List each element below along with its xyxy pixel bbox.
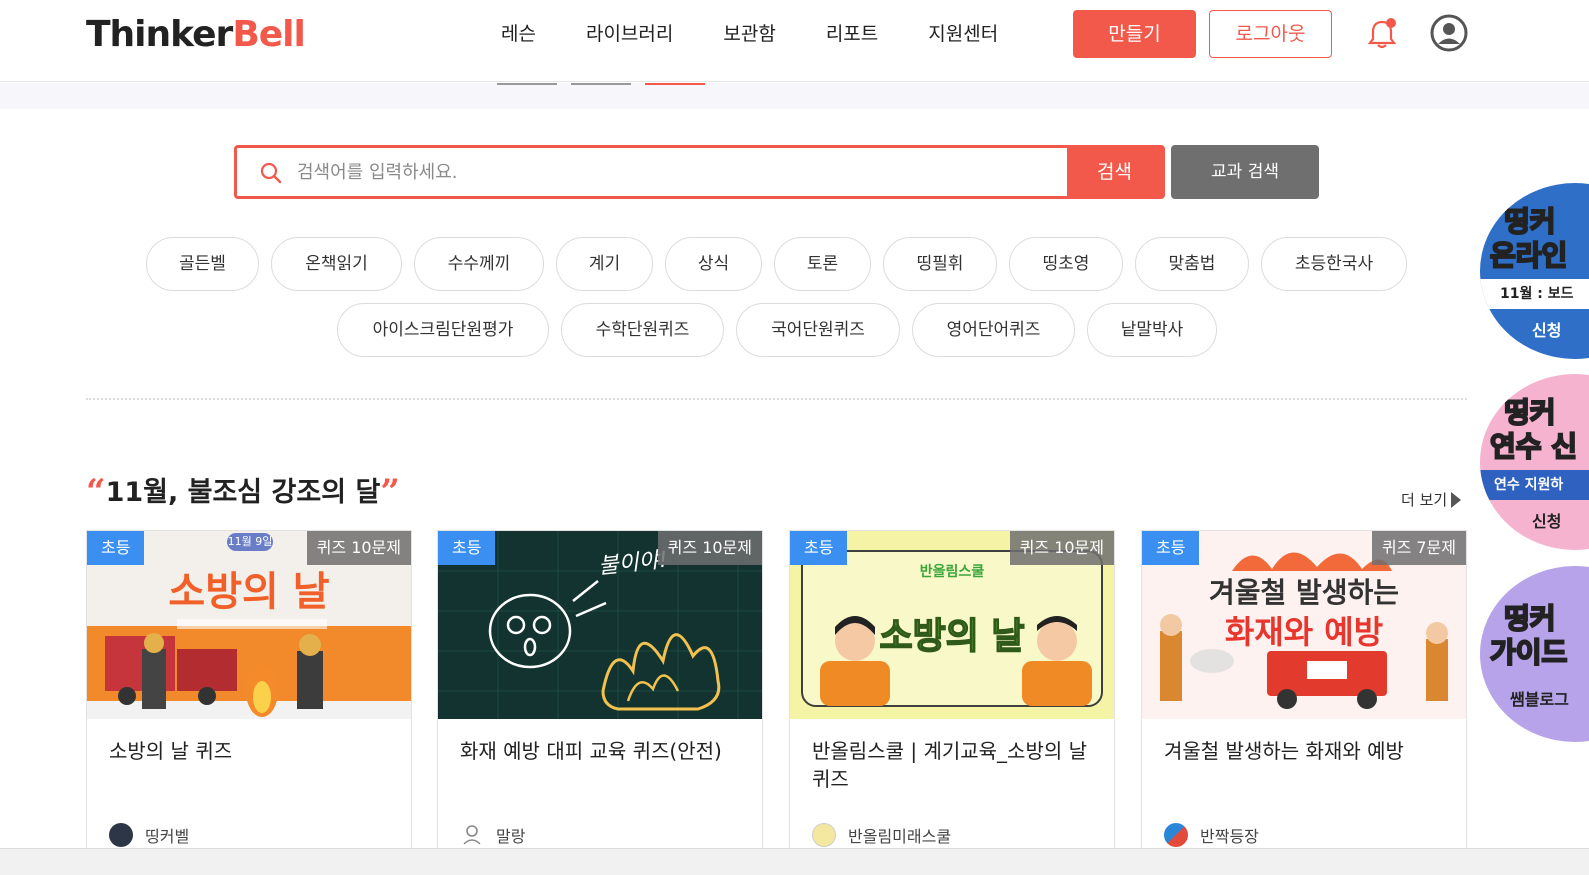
- nav-library[interactable]: 라이브러리: [561, 20, 698, 48]
- tag-chip[interactable]: 수수께끼: [414, 237, 544, 291]
- more-label: 더 보기: [1401, 491, 1448, 509]
- promo-title-2: 온라인: [1489, 238, 1568, 273]
- card-thumbnail: 소방의 날 11월 9일 초등 퀴즈 10문제: [87, 531, 411, 719]
- card-thumbnail: 겨울철 발생하는 화재와 예방 초등 퀴즈 7문제: [1142, 531, 1466, 719]
- tag-chip[interactable]: 계기: [556, 237, 653, 291]
- quiz-card[interactable]: 겨울철 발생하는 화재와 예방 초등 퀴즈 7문제 겨울철 발생하는 화재와 예…: [1141, 530, 1467, 860]
- promo-title-2: 연수 신: [1489, 429, 1578, 464]
- card-author: 반짝등장: [1164, 823, 1259, 847]
- thumb-title: 소방의 날: [879, 615, 1026, 658]
- banner-strip: [0, 83, 1589, 109]
- nav-support[interactable]: 지원센터: [903, 20, 1023, 48]
- thumb-title: 소방의 날: [168, 569, 330, 615]
- question-count-badge: 퀴즈 10문제: [306, 531, 411, 565]
- tag-chip[interactable]: 띵초영: [1009, 237, 1123, 291]
- thinkerbell-logo[interactable]: ThinkerBell: [86, 14, 306, 55]
- promo-title: 띵커: [1503, 601, 1557, 636]
- card-author: 띵커벨: [109, 823, 189, 847]
- search-box: 검색: [234, 145, 1165, 199]
- level-badge: 초등: [438, 531, 496, 565]
- level-badge: 초등: [87, 531, 145, 565]
- level-badge: 초등: [790, 531, 848, 565]
- search-input[interactable]: [297, 156, 1057, 188]
- nav-lesson[interactable]: 레슨: [476, 20, 561, 48]
- section-title-text: 11월, 불조심 강조의 달: [105, 477, 381, 508]
- author-name: 띵커벨: [145, 827, 190, 846]
- quiz-card[interactable]: 불이야! 초등 퀴즈 10문제 화재 예방 대피 교육 퀴즈(안전) 말랑: [437, 530, 763, 860]
- question-count-badge: 퀴즈 10문제: [1009, 531, 1114, 565]
- author-avatar: [109, 823, 133, 847]
- tag-chip[interactable]: 띵필휘: [883, 237, 997, 291]
- tag-chip[interactable]: 아이스크림단원평가: [337, 303, 549, 357]
- more-link[interactable]: 더 보기: [1401, 489, 1462, 510]
- card-title: 겨울철 발생하는 화재와 예방: [1164, 739, 1404, 763]
- banner-indicator: [497, 83, 557, 85]
- card-title: 화재 예방 대피 교육 퀴즈(안전): [460, 739, 722, 763]
- search-icon: [260, 162, 282, 184]
- tag-chip[interactable]: 상식: [665, 237, 762, 291]
- banner-indicator: [571, 83, 631, 85]
- page: ThinkerBell 레슨 라이브러리 보관함 리포트 지원센터 만들기 로그…: [0, 0, 1589, 875]
- promo-title: 띵커: [1503, 395, 1557, 430]
- promo-title: 띵커: [1503, 204, 1557, 239]
- promo-training-banner[interactable]: 띵커 연수 신 연수 지원하 신청: [1480, 374, 1589, 550]
- banner-indicator-active: [645, 83, 705, 85]
- card-title: 소방의 날 퀴즈: [109, 739, 233, 763]
- card-title: 반올림스쿨 | 계기교육_소방의 날 퀴즈: [812, 739, 1088, 791]
- tag-chip[interactable]: 초등한국사: [1261, 237, 1407, 291]
- subject-search-button[interactable]: 교과 검색: [1171, 145, 1319, 199]
- card-author: 반올림미래스쿨: [812, 823, 951, 847]
- level-badge: 초등: [1142, 531, 1200, 565]
- thumb-date: 11월 9일: [227, 535, 273, 548]
- nav-storage[interactable]: 보관함: [698, 20, 800, 48]
- quiz-card[interactable]: 소방의 날 11월 9일 초등 퀴즈 10문제 소방의 날 퀴즈 띵커벨: [86, 530, 412, 860]
- main-nav: 레슨 라이브러리 보관함 리포트 지원센터: [476, 20, 1023, 48]
- tag-chip[interactable]: 영어단어퀴즈: [912, 303, 1075, 357]
- logo-thinker: Thinker: [86, 14, 233, 55]
- thumb-title-2: 화재와 예방: [1224, 613, 1384, 651]
- search-button[interactable]: 검색: [1067, 148, 1162, 196]
- promo-band: 11월 : 보드: [1480, 279, 1589, 309]
- card-thumbnail: 반올림스쿨 소방의 날 초등 퀴즈 10문제: [790, 531, 1114, 719]
- author-avatar: [1164, 823, 1188, 847]
- promo-foot: 신청: [1532, 512, 1562, 531]
- promo-title-2: 가이드: [1489, 635, 1568, 670]
- author-avatar: [812, 823, 836, 847]
- user-avatar-icon[interactable]: [1430, 14, 1468, 52]
- chevron-right-icon: [1451, 492, 1462, 508]
- promo-online-banner[interactable]: 띵커 온라인 11월 : 보드 신청: [1480, 183, 1589, 359]
- user-icon: [462, 825, 482, 846]
- thumb-title: 겨울철 발생하는: [1208, 576, 1400, 609]
- quote-close: ”: [380, 472, 400, 512]
- promo-guide-banner[interactable]: 띵커 가이드 쌤블로그: [1480, 566, 1589, 742]
- browser-bottom-bar: [0, 848, 1589, 875]
- make-button[interactable]: 만들기: [1073, 10, 1196, 58]
- author-name: 반짝등장: [1200, 827, 1259, 846]
- card-thumbnail: 불이야! 초등 퀴즈 10문제: [438, 531, 762, 719]
- promo-foot: 신청: [1532, 321, 1562, 340]
- logo-bell: Bell: [232, 14, 306, 55]
- tag-chip[interactable]: 온책읽기: [271, 237, 402, 291]
- question-count-badge: 퀴즈 10문제: [657, 531, 762, 565]
- card-author: 말랑: [460, 823, 525, 847]
- nav-report[interactable]: 리포트: [801, 20, 903, 48]
- tag-chip[interactable]: 토론: [774, 237, 871, 291]
- promo-foot: 쌤블로그: [1510, 690, 1569, 709]
- quote-open: “: [86, 472, 106, 512]
- tag-chip[interactable]: 골든벨: [146, 237, 259, 291]
- tag-chip[interactable]: 낱말박사: [1087, 303, 1217, 357]
- section-divider: [86, 398, 1467, 400]
- section-title: “11월, 불조심 강조의 달”: [86, 470, 400, 512]
- question-count-badge: 퀴즈 7문제: [1371, 531, 1466, 565]
- author-name: 반올림미래스쿨: [848, 827, 952, 846]
- quiz-card[interactable]: 반올림스쿨 소방의 날 초등 퀴즈 10문제 반올림스쿨 | 계기교육_소방의 …: [789, 530, 1115, 860]
- promo-band: 연수 지원하: [1480, 470, 1589, 500]
- author-name: 말랑: [496, 827, 526, 846]
- top-header: ThinkerBell 레슨 라이브러리 보관함 리포트 지원센터 만들기 로그…: [0, 0, 1589, 82]
- tag-chip[interactable]: 맞춤법: [1135, 237, 1249, 291]
- logout-button[interactable]: 로그아웃: [1209, 10, 1332, 58]
- tag-chip[interactable]: 수학단원퀴즈: [561, 303, 724, 357]
- notification-bell-icon[interactable]: [1365, 17, 1399, 51]
- tag-chip[interactable]: 국어단원퀴즈: [736, 303, 900, 357]
